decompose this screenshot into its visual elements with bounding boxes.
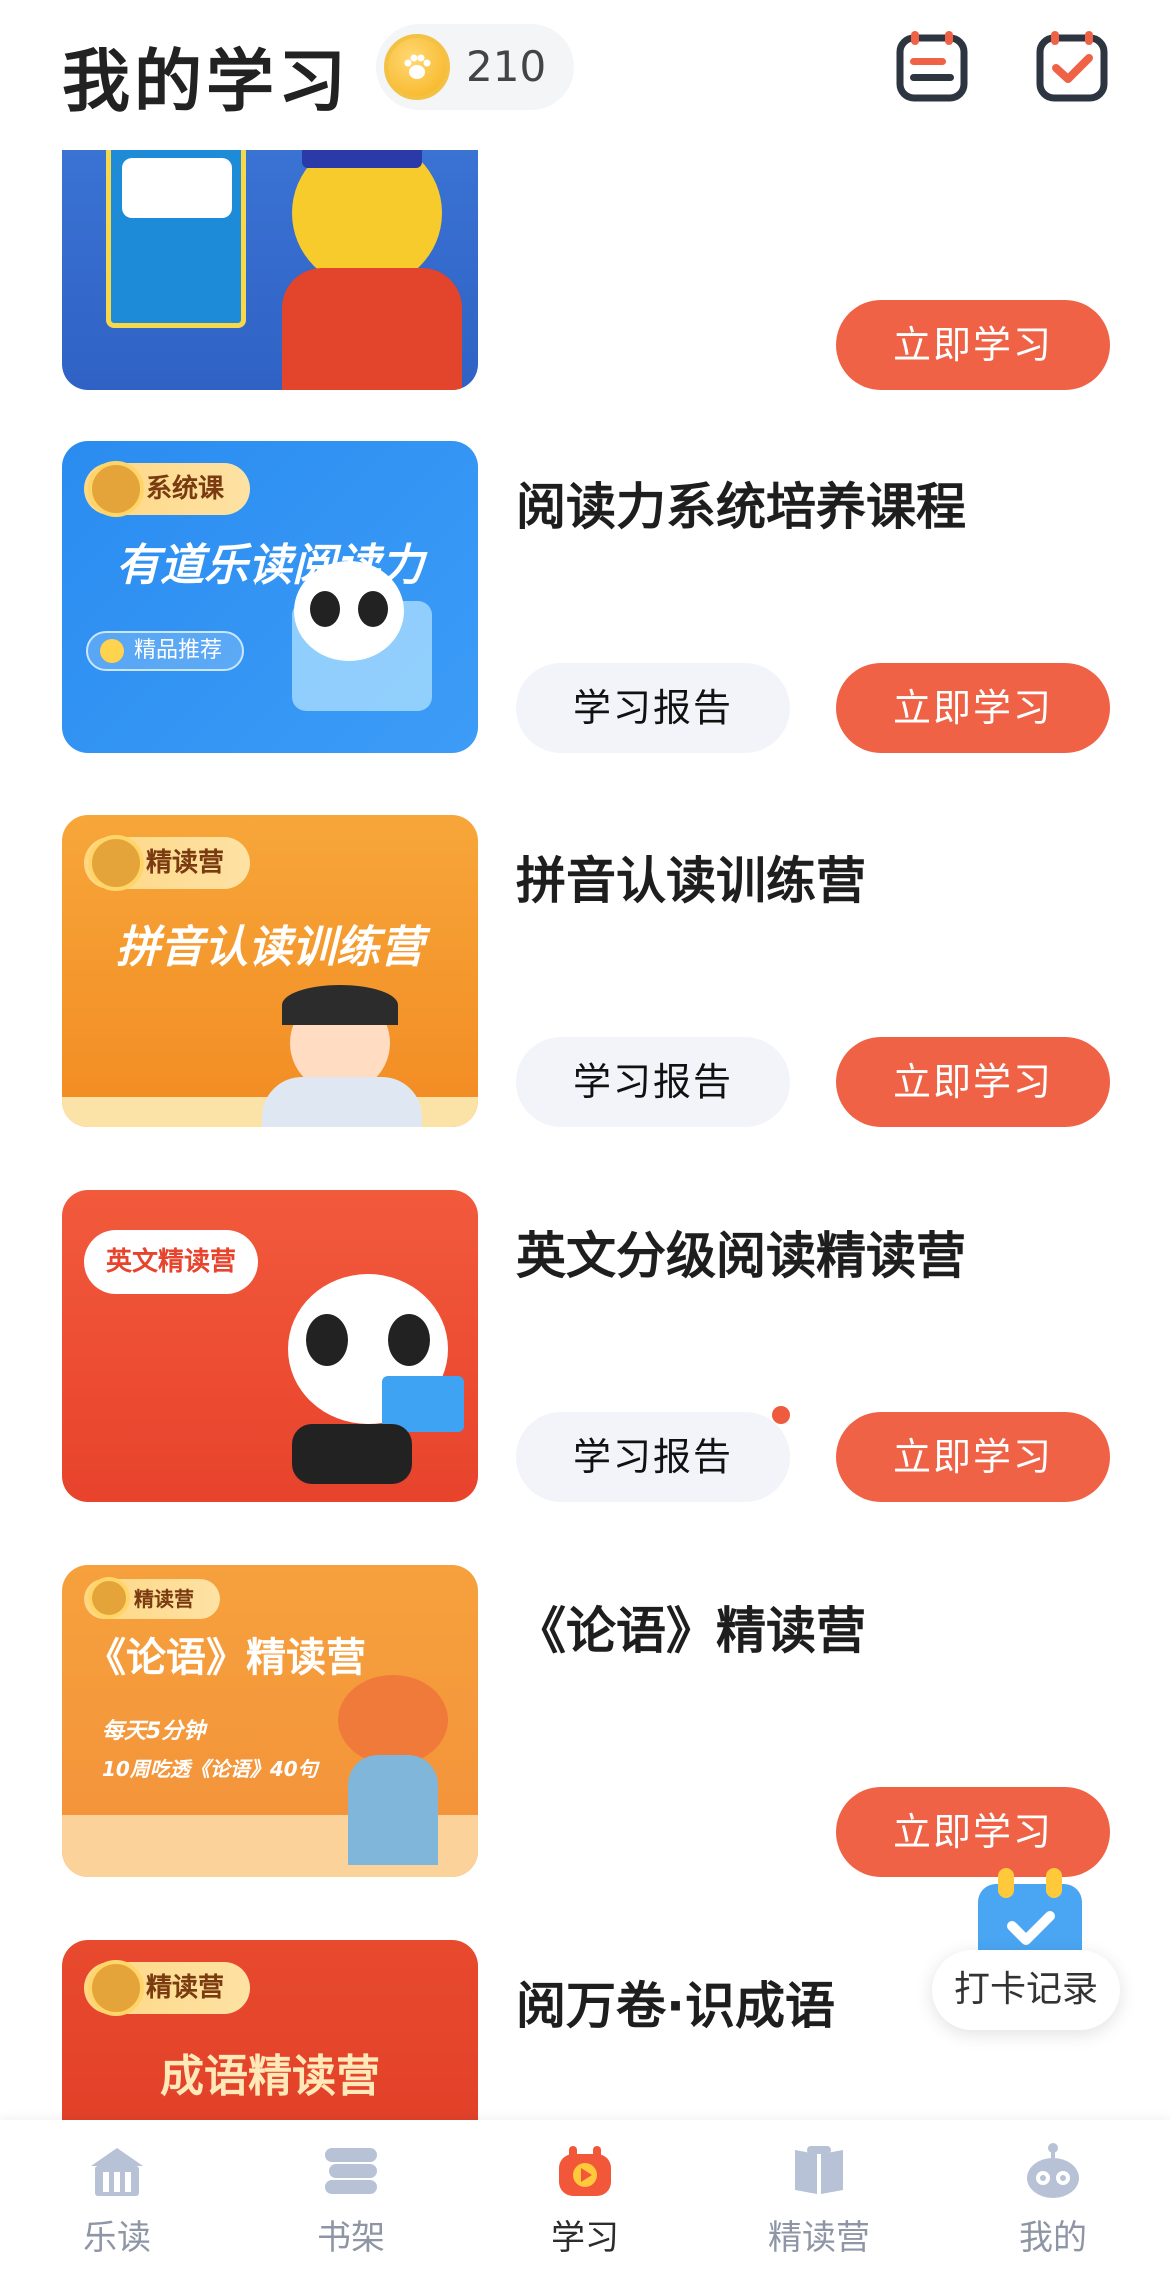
schedule-icon[interactable]	[894, 28, 970, 104]
course-tag: 精读营	[84, 1960, 251, 2016]
page-title: 我的学习	[62, 43, 351, 122]
nav-item-mine[interactable]: 我的	[936, 2120, 1170, 2283]
nav-label: 乐读	[83, 2218, 151, 2258]
course-tag: 精读营	[84, 835, 251, 891]
nav-item-bookshelf[interactable]: 书架	[234, 2120, 468, 2283]
play-icon	[559, 2146, 611, 2196]
thumb-line2: 10周吃透《论语》40句	[102, 1757, 318, 1781]
nav-label: 学习	[551, 2218, 619, 2258]
checkin-record-button[interactable]: 打卡记录	[932, 1950, 1120, 2030]
course-thumbnail[interactable]: 系统课 有道乐读阅读力 精品推荐	[62, 441, 478, 753]
thumb-title: 有道乐读阅读力	[116, 540, 424, 591]
header: 我的学习 210	[0, 0, 1170, 150]
thumb-line1: 每天5分钟	[102, 1719, 206, 1744]
course-item: 精读营 拼音认读训练营 拼音认读训练营 学习报告 立即学习	[0, 815, 1170, 1127]
course-thumbnail[interactable]	[62, 150, 478, 390]
medal-icon	[88, 835, 144, 891]
study-now-button[interactable]: 立即学习	[836, 1787, 1110, 1877]
course-tag: 系统课	[84, 461, 251, 517]
course-item: 精读营 《论语》精读营 每天5分钟 10周吃透《论语》40句 《论语》精读营 立…	[0, 1565, 1170, 1877]
nav-label: 精读营	[768, 2218, 870, 2258]
medal-icon	[88, 1577, 130, 1619]
thumb-title: 拼音认读训练营	[116, 922, 424, 973]
study-report-button[interactable]: 学习报告	[516, 1412, 790, 1502]
nav-label: 我的	[1019, 2218, 1087, 2258]
study-report-button[interactable]: 学习报告	[516, 663, 790, 753]
course-thumbnail[interactable]: 精读营 拼音认读训练营	[62, 815, 478, 1127]
course-item: 英文精读营 英文分级阅读精读营 学习报告 立即学习	[0, 1190, 1170, 1502]
course-tag: 精读营	[84, 1577, 220, 1619]
course-thumbnail[interactable]: 英文精读营	[62, 1190, 478, 1502]
bottom-nav: 乐读 书架 学习 精读营 我的	[0, 2120, 1170, 2283]
course-item: 立即学习	[0, 150, 1170, 390]
course-title: 英文分级阅读精读营	[516, 1227, 966, 1285]
nav-item-intensive[interactable]: 精读营	[702, 2120, 936, 2283]
medal-icon	[88, 1960, 144, 2016]
medal-icon	[88, 461, 144, 517]
nav-item-study[interactable]: 学习	[468, 2120, 702, 2283]
notification-dot	[772, 1406, 790, 1424]
course-thumbnail[interactable]: 精读营 成语精读营	[62, 1940, 478, 2120]
book-icon	[795, 2146, 843, 2194]
calendar-check-icon[interactable]	[1034, 28, 1110, 104]
course-tag: 英文精读营	[84, 1230, 259, 1294]
thumb-badge: 精品推荐	[86, 631, 245, 671]
thumb-title: 成语精读营	[160, 2051, 380, 2102]
course-list[interactable]: 立即学习 系统课 有道乐读阅读力 精品推荐 阅读力系统培养课程 学习报告 立即学…	[0, 150, 1170, 2120]
course-item: 系统课 有道乐读阅读力 精品推荐 阅读力系统培养课程 学习报告 立即学习	[0, 441, 1170, 753]
paw-coin-icon	[384, 34, 450, 100]
coin-count: 210	[466, 42, 547, 91]
course-title: 拼音认读训练营	[516, 852, 866, 910]
study-now-button[interactable]: 立即学习	[836, 1412, 1110, 1502]
study-now-button[interactable]: 立即学习	[836, 1037, 1110, 1127]
nav-label: 书架	[317, 2218, 385, 2258]
coin-balance[interactable]: 210	[376, 24, 574, 110]
study-report-button[interactable]: 学习报告	[516, 1037, 790, 1127]
nav-item-ledu[interactable]: 乐读	[0, 2120, 234, 2283]
bookshelf-icon	[325, 2148, 377, 2194]
course-title: 阅万卷·识成语	[516, 1977, 835, 2035]
course-thumbnail[interactable]: 精读营 《论语》精读营 每天5分钟 10周吃透《论语》40句	[62, 1565, 478, 1877]
robot-icon	[1027, 2143, 1079, 2198]
study-now-button[interactable]: 立即学习	[836, 663, 1110, 753]
study-now-button[interactable]: 立即学习	[836, 300, 1110, 390]
course-title: 阅读力系统培养课程	[516, 478, 966, 536]
thumb-title: 《论语》精读营	[86, 1635, 366, 1681]
home-icon	[91, 2148, 143, 2196]
course-title: 《论语》精读营	[516, 1602, 866, 1660]
